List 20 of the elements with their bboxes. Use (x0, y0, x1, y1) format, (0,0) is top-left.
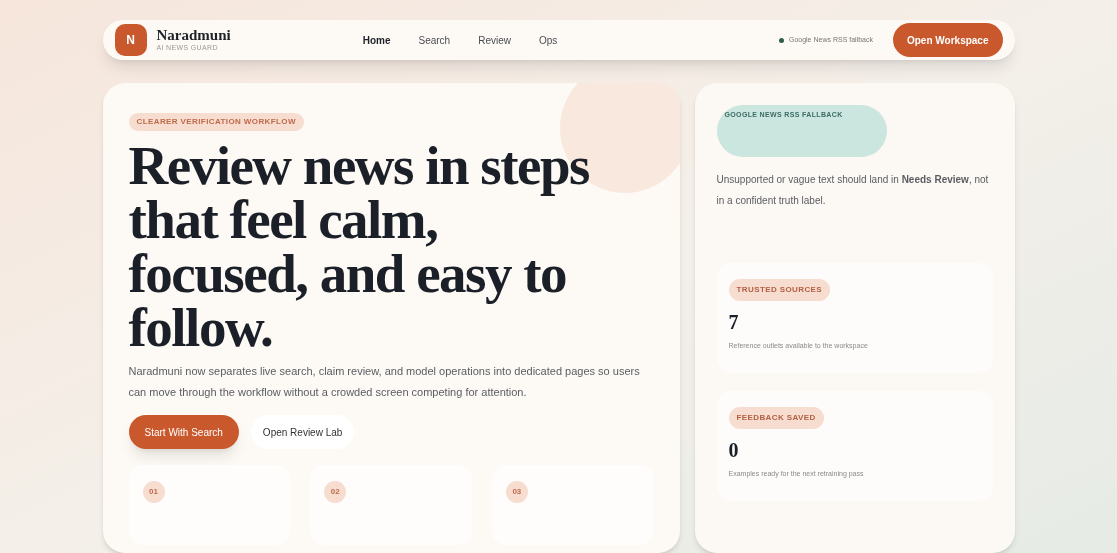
brand-name: Naradmuni (156, 26, 231, 43)
step-number: 03 (505, 481, 528, 503)
source-note: Unsupported or vague text should land in Needs Review, not in a confident truth label. (716, 173, 990, 208)
logo-tile: N (114, 24, 147, 56)
step-number: 01 (142, 481, 165, 503)
section-badge: CLEARER VERIFICATION WORKFLOW (128, 113, 304, 131)
stat-value: 0 (728, 438, 740, 463)
stat-badge: TRUSTED SOURCES (728, 279, 831, 301)
stat-value: 7 (728, 310, 740, 335)
nav-link[interactable]: Review (468, 28, 521, 52)
start-search-button[interactable]: Start With Search (128, 415, 239, 449)
nav-link[interactable]: Home (352, 28, 401, 52)
open-workspace-button[interactable]: Open Workspace (893, 23, 1003, 57)
nav-link[interactable]: Ops (528, 28, 568, 52)
hero-headline: Review news in steps that feel calm, focused, and easy to follow. (128, 139, 590, 355)
hero-description: Naradmuni now separates live search, claim review, and model operations into dedicated pages so users can move through the workflow without a crowded screen competing for attention. (128, 364, 641, 400)
step-number: 02 (324, 481, 347, 503)
nav-link[interactable]: Search (408, 28, 461, 52)
open-review-lab-button[interactable]: Open Review Lab (250, 415, 355, 449)
stat-badge: FEEDBACK SAVED (728, 407, 824, 429)
